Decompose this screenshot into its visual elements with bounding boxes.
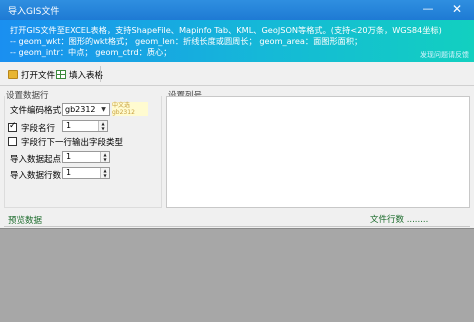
- banner-field-notes-2: -- geom_intr：中点； geom_ctrd：质心；: [10, 47, 172, 57]
- encoding-select[interactable]: gb2312 ▼: [62, 103, 110, 116]
- start-row-stepper[interactable]: 1 ▲ ▼: [62, 151, 110, 163]
- columns-panel[interactable]: [166, 96, 470, 208]
- start-row-label: 导入数据起点: [10, 155, 62, 165]
- divider: [4, 226, 470, 227]
- encoding-hint: 中文选 gb2312: [112, 102, 148, 116]
- preview-label: 预览数据: [8, 216, 43, 226]
- stepper-down-icon[interactable]: ▼: [101, 173, 109, 178]
- encoding-hint-line2: gb2312: [112, 109, 135, 116]
- field-name-checkbox[interactable]: [8, 121, 17, 132]
- row-count-stepper[interactable]: 1 ▲ ▼: [62, 167, 110, 179]
- encoding-hint-line1: 中文选: [112, 102, 131, 109]
- open-file-button[interactable]: 打开文件: [8, 66, 55, 83]
- row-count-value[interactable]: 1: [66, 168, 71, 177]
- start-row-value[interactable]: 1: [66, 152, 71, 161]
- fill-table-button[interactable]: 填入表格: [56, 66, 103, 83]
- window-title: 导入GIS文件: [8, 7, 60, 17]
- encoding-label: 文件编码格式: [10, 106, 62, 116]
- output-type-checkbox[interactable]: [8, 137, 17, 146]
- fill-table-label: 填入表格: [69, 70, 104, 81]
- output-type-label: 字段行下一行输出字段类型: [21, 138, 124, 148]
- minimize-button[interactable]: —: [416, 1, 440, 18]
- field-name-stepper[interactable]: 1 ▲ ▼: [62, 120, 108, 132]
- folder-open-icon: [8, 70, 18, 79]
- table-icon: [56, 70, 66, 79]
- file-rows-label: 文件行数 ........: [370, 215, 429, 225]
- stepper-down-icon[interactable]: ▼: [101, 157, 109, 162]
- encoding-value: gb2312: [65, 105, 96, 114]
- toolbar-separator: [100, 66, 101, 82]
- row-count-label: 导入数据行数: [10, 171, 62, 181]
- stepper-down-icon[interactable]: ▼: [99, 126, 107, 131]
- toolbar: 打开文件 填入表格: [0, 62, 474, 86]
- title-bar: 导入GIS文件 — ✕: [0, 0, 474, 20]
- field-name-value[interactable]: 1: [66, 121, 71, 130]
- info-banner: 打开GIS文件至EXCEL表格，支持ShapeFile、Mapinfo Tab、…: [0, 20, 474, 62]
- close-button[interactable]: ✕: [444, 1, 470, 18]
- field-name-label: 字段名行: [21, 124, 56, 134]
- feedback-link[interactable]: 发现问题请反馈: [420, 50, 469, 60]
- chevron-down-icon[interactable]: ▼: [99, 104, 108, 115]
- data-preview-area[interactable]: [0, 228, 474, 322]
- open-file-label: 打开文件: [21, 70, 56, 81]
